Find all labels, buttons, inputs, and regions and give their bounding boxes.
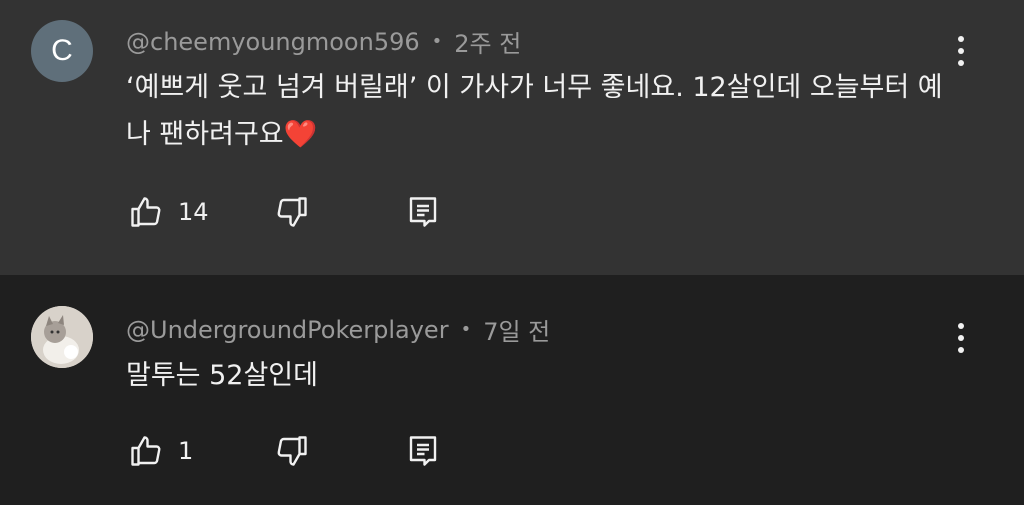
reply-icon — [409, 436, 437, 466]
like-count: 14 — [178, 198, 209, 226]
dislike-button[interactable] — [274, 194, 405, 230]
comment-time[interactable]: 2주 전 — [454, 24, 521, 59]
comment-meta: @UndergroundPokerplayer • 7일 전 — [126, 312, 550, 347]
comment-meta: @cheemyoungmoon596 • 2주 전 — [126, 24, 521, 59]
dislike-button[interactable] — [274, 433, 405, 469]
comment-actions: 14 — [128, 194, 441, 230]
heart-emoji: ❤️ — [283, 119, 318, 150]
meta-separator: • — [431, 31, 443, 52]
reply-icon — [409, 197, 437, 227]
thumb-up-icon — [131, 436, 161, 466]
author-name[interactable]: @cheemyoungmoon596 — [126, 28, 420, 56]
comment-body: 말투는 52살인데 — [126, 360, 318, 391]
reply-button[interactable] — [405, 433, 441, 469]
more-vert-icon[interactable] — [950, 36, 972, 66]
comment-time[interactable]: 7일 전 — [483, 312, 550, 347]
comment-actions: 1 — [128, 433, 441, 469]
meta-separator: • — [460, 319, 472, 340]
cat-photo-icon — [31, 306, 93, 368]
like-button[interactable]: 14 — [128, 194, 274, 230]
like-button[interactable]: 1 — [128, 433, 274, 469]
thumb-down-icon — [277, 197, 307, 227]
author-name[interactable]: @UndergroundPokerplayer — [126, 316, 449, 344]
avatar-letter: C — [51, 34, 73, 67]
avatar[interactable]: C — [31, 20, 93, 82]
reply-button[interactable] — [405, 194, 441, 230]
more-vert-icon[interactable] — [950, 323, 972, 353]
thumb-down-icon — [277, 436, 307, 466]
thumb-up-icon — [131, 197, 161, 227]
comment-thread: C @cheemyoungmoon596 • 2주 전 ‘예쁘게 웃고 넘겨 버… — [0, 0, 1024, 275]
comment-thread: @UndergroundPokerplayer • 7일 전 말투는 52살인데… — [0, 275, 1024, 505]
comment-body: ‘예쁘게 웃고 넘겨 버릴래’ 이 가사가 너무 좋네요. 12살인데 오늘부터… — [126, 72, 943, 150]
avatar[interactable] — [31, 306, 93, 368]
comment-text: ‘예쁘게 웃고 넘겨 버릴래’ 이 가사가 너무 좋네요. 12살인데 오늘부터… — [126, 64, 956, 158]
like-count: 1 — [178, 437, 194, 465]
comment-text: 말투는 52살인데 — [126, 352, 956, 399]
